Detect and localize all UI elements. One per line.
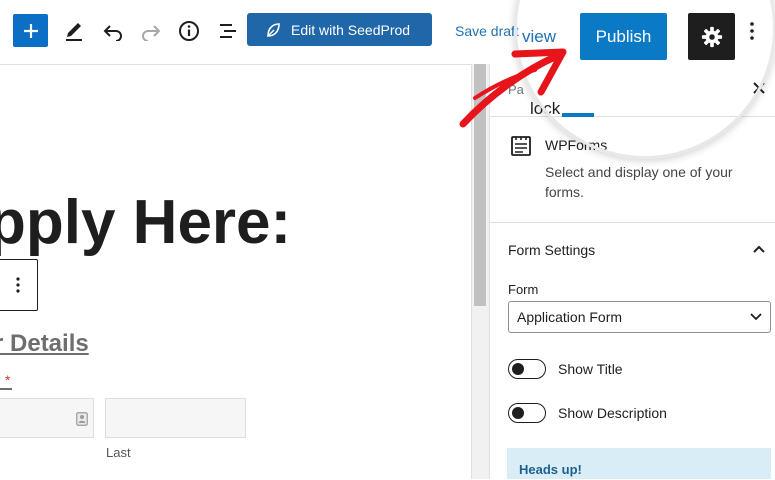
show-title-toggle[interactable] bbox=[508, 359, 546, 379]
list-view-button[interactable] bbox=[214, 17, 242, 45]
add-block-button[interactable] bbox=[13, 14, 48, 47]
show-description-toggle[interactable] bbox=[508, 403, 546, 423]
form-settings-toggle[interactable] bbox=[750, 240, 768, 258]
publish-button[interactable]: Publish bbox=[580, 13, 667, 60]
heads-up-title: Heads up! bbox=[519, 462, 582, 477]
page-heading[interactable]: pply Here: bbox=[0, 187, 291, 258]
undo-icon bbox=[103, 25, 122, 41]
last-name-sublabel: Last bbox=[106, 445, 131, 460]
form-select[interactable]: Application Form bbox=[508, 301, 771, 333]
block-description: Select and display one of your forms. bbox=[545, 164, 733, 200]
section-subheading[interactable]: r Details bbox=[0, 330, 89, 358]
select-arrow bbox=[749, 311, 763, 323]
settings-button[interactable] bbox=[688, 13, 735, 60]
edit-with-seedprod-button[interactable]: Edit with SeedProd bbox=[247, 13, 432, 46]
chevron-down-icon bbox=[750, 313, 762, 321]
pen-icon bbox=[66, 23, 82, 41]
vertical-ellipsis-icon bbox=[16, 277, 20, 293]
show-description-label: Show Description bbox=[558, 405, 667, 421]
arrow-icon bbox=[459, 48, 567, 128]
list-view-icon bbox=[220, 24, 236, 38]
undo-button[interactable] bbox=[99, 17, 127, 45]
form-select-value: Application Form bbox=[517, 309, 623, 325]
block-title: WPForms bbox=[545, 137, 608, 153]
show-title-label: Show Title bbox=[558, 361, 623, 377]
gear-icon bbox=[701, 26, 722, 47]
toggle-knob bbox=[512, 362, 524, 375]
form-icon bbox=[511, 136, 531, 156]
close-sidebar-button[interactable] bbox=[750, 79, 768, 97]
info-icon bbox=[179, 21, 199, 41]
toggle-knob bbox=[512, 406, 524, 419]
chevron-up-icon bbox=[753, 245, 765, 253]
save-draft-button[interactable]: Save draft bbox=[455, 23, 519, 39]
first-name-field[interactable] bbox=[0, 398, 94, 438]
annotation-arrow bbox=[455, 40, 575, 130]
sidebar-divider bbox=[489, 222, 775, 223]
contact-card-icon bbox=[76, 412, 88, 426]
last-name-field[interactable] bbox=[105, 398, 246, 438]
form-select-label: Form bbox=[508, 282, 539, 297]
details-button[interactable] bbox=[175, 17, 203, 45]
options-menu-button[interactable] bbox=[745, 18, 759, 44]
seedprod-leaf-icon bbox=[267, 22, 280, 37]
wpforms-block-icon-wrap bbox=[510, 135, 532, 157]
block-toolbar-more-button[interactable] bbox=[0, 259, 38, 311]
plus-icon bbox=[23, 23, 38, 38]
redo-button[interactable] bbox=[137, 17, 165, 45]
field-label-underline bbox=[0, 388, 12, 390]
redo-icon bbox=[142, 25, 161, 41]
required-marker: * bbox=[5, 372, 11, 388]
seedprod-label: Edit with SeedProd bbox=[291, 21, 411, 38]
form-settings-title[interactable]: Form Settings bbox=[508, 242, 595, 258]
close-icon bbox=[753, 82, 765, 94]
kebab-menu-icon bbox=[750, 22, 754, 40]
tools-button[interactable] bbox=[60, 17, 88, 45]
